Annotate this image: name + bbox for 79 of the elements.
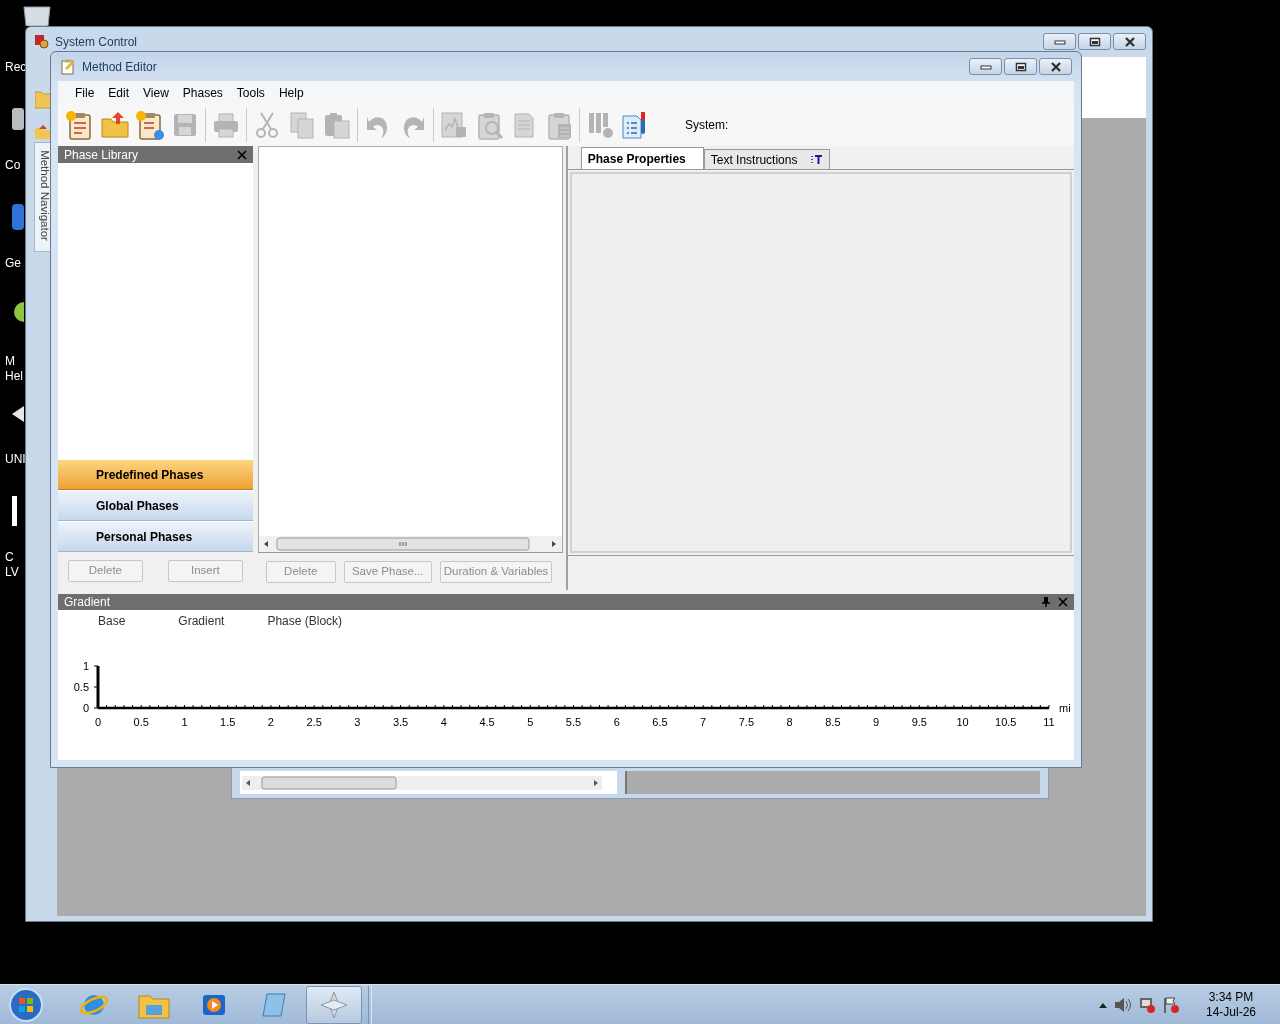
tick-label: 2 — [267, 716, 274, 728]
speaker-icon[interactable] — [1113, 996, 1132, 1013]
minimize-icon — [1053, 38, 1066, 45]
tick-label: 0 — [94, 716, 102, 728]
tick-label: 10 — [956, 716, 969, 728]
menu-item[interactable]: Phases — [175, 83, 230, 102]
tick-label: 4 — [440, 716, 447, 728]
horizontal-scrollbar[interactable] — [242, 775, 602, 790]
maximize-icon — [1014, 61, 1027, 72]
menu-item[interactable]: Edit — [101, 83, 137, 102]
crosshair-icon[interactable] — [306, 985, 362, 1024]
panel-background — [1082, 57, 1146, 118]
maximize-icon — [1088, 36, 1101, 47]
network-icon[interactable] — [1137, 995, 1156, 1014]
text-icon — [811, 154, 824, 165]
tick-label: 4.5 — [479, 716, 495, 728]
tab[interactable]: Phase Properties — [580, 147, 704, 169]
close-button[interactable] — [1113, 33, 1146, 50]
icon-label: Ge — [4, 256, 21, 271]
legend-label: Base — [98, 613, 126, 628]
tick-label: 2.5 — [306, 716, 322, 728]
horizontal-scrollbar[interactable] — [258, 536, 562, 552]
start-button[interactable] — [6, 985, 46, 1024]
clock[interactable]: 3:34 PM 14-Jul-26 — [1205, 989, 1256, 1020]
tick-label: 7.5 — [738, 716, 755, 728]
tick-label: 3 — [354, 716, 361, 728]
y-axis — [93, 665, 100, 709]
maximize-button[interactable] — [1078, 33, 1111, 50]
window-title: Method Editor — [82, 58, 157, 76]
folder-icon[interactable] — [99, 109, 131, 141]
tick-label: 3.5 — [392, 716, 409, 728]
window-title: System Control — [55, 33, 138, 51]
icon-label: M Hel — [4, 354, 23, 384]
panel-title: Gradient — [64, 594, 111, 611]
close-button[interactable] — [1039, 58, 1072, 75]
menu-item[interactable]: Help — [271, 83, 311, 102]
tick-label: 10.5 — [995, 716, 1017, 728]
tick-label: 1 — [181, 716, 188, 728]
phase-group-tab[interactable]: Personal Phases — [58, 521, 253, 552]
tick-label: 1 — [82, 660, 89, 672]
tick-label: 0.5 — [73, 681, 89, 693]
clipboard-icon — [60, 58, 76, 75]
tick-label: 8.5 — [825, 716, 841, 728]
folder-icon[interactable] — [35, 125, 51, 139]
tab[interactable]: Text Instructions — [703, 149, 831, 169]
tick-label: 0.5 — [133, 716, 149, 728]
close-icon — [1049, 61, 1062, 72]
field-label: System: — [685, 117, 729, 134]
tick-label: 5 — [527, 716, 534, 728]
tick-label: 7 — [700, 716, 707, 728]
tick-label: 0 — [82, 702, 89, 714]
menu-item[interactable]: Tools — [229, 83, 272, 102]
close-icon — [1123, 36, 1136, 47]
legend-label: Phase (Block) — [267, 613, 343, 628]
tick-label: 6.5 — [652, 716, 668, 728]
icon-label: Rec — [4, 60, 27, 75]
phase-group-tab[interactable]: Global Phases — [58, 490, 253, 521]
app-icon — [34, 34, 49, 49]
icon-label: C LV — [4, 550, 19, 580]
tick-label: 11 — [1043, 716, 1055, 728]
axis-label: mi — [1059, 702, 1071, 714]
panel-title: Phase Library — [64, 146, 139, 164]
maximize-button[interactable] — [1004, 58, 1037, 75]
flag-icon[interactable] — [1161, 995, 1180, 1014]
icon-label: Co — [4, 158, 21, 173]
phase-group-tab[interactable]: Predefined Phases — [58, 459, 253, 490]
tick-label: 1.5 — [220, 716, 236, 728]
tick-label: 9.5 — [911, 716, 927, 728]
tick-label: 9 — [873, 716, 880, 728]
pin-button[interactable] — [1042, 597, 1050, 607]
minimize-icon — [979, 63, 992, 70]
clipboard-icon[interactable] — [134, 109, 166, 141]
menu-item[interactable]: File — [68, 83, 102, 102]
menu-item[interactable]: View — [136, 83, 176, 102]
tick-label: 6 — [613, 716, 620, 728]
legend-label: Gradient — [178, 613, 225, 628]
tick-label: 8 — [786, 716, 793, 728]
tick-label: 5.5 — [565, 716, 582, 728]
icon-label: UNI — [4, 452, 26, 467]
